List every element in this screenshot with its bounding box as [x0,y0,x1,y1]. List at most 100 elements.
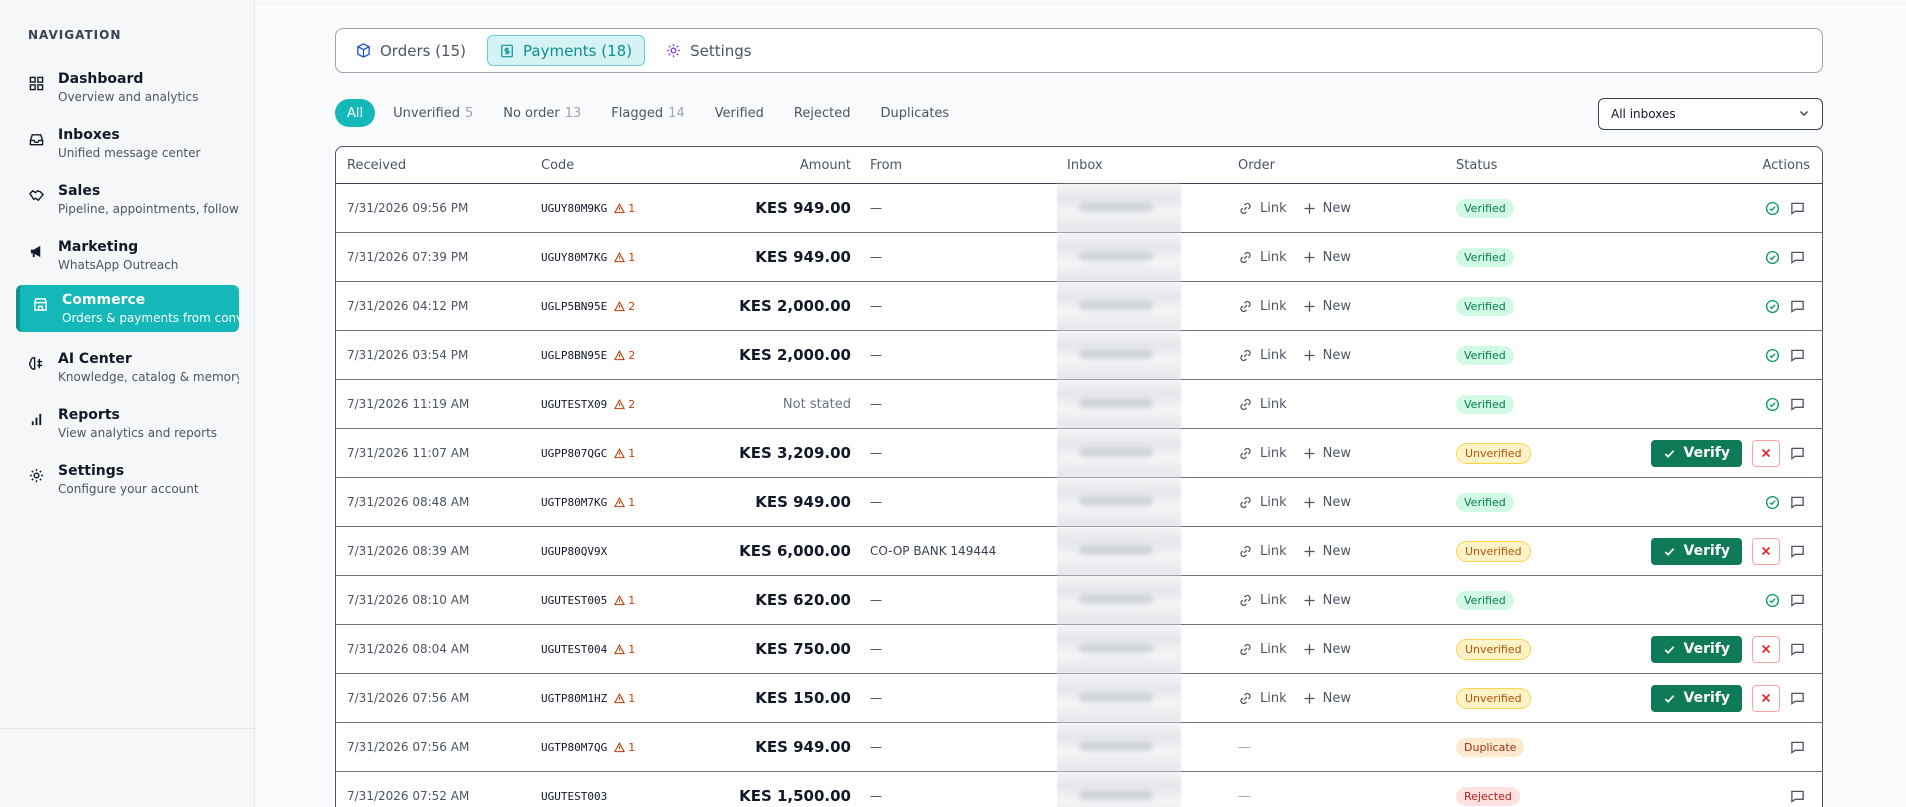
sidebar-item-subtitle: Pipeline, appointments, follow-ups [58,202,239,216]
actions-cell [1576,576,1819,624]
tab-payments[interactable]: Payments (18) [487,35,646,66]
sidebar-item-commerce[interactable]: Commerce Orders & payments from conversat… [16,285,239,332]
table-row[interactable]: 7/31/2026 11:07 AM UGPP807QGC 1 KES 3,209.0… [336,429,1822,478]
new-order-button[interactable]: New [1303,642,1351,657]
header-amount[interactable]: Amount [686,147,851,183]
filter-unverified[interactable]: Unverified 5 [381,99,485,127]
verify-button[interactable]: Verify [1650,537,1742,565]
message-icon[interactable] [1790,495,1805,510]
message-icon[interactable] [1790,740,1805,755]
message-icon[interactable] [1790,397,1805,412]
new-order-button[interactable]: New [1303,495,1351,510]
verified-check-icon[interactable] [1765,348,1780,363]
tab-label: Settings [690,41,752,60]
link-order-button[interactable]: Link [1238,691,1287,706]
reject-button[interactable] [1752,635,1780,663]
table-row[interactable]: 7/31/2026 07:56 AM UGTP80M7QG 1 KES 949.00 —… [336,723,1822,772]
verify-button[interactable]: Verify [1650,684,1742,712]
table-row[interactable]: 7/31/2026 08:39 AM UGUP80QV9X KES 6,000.00… [336,527,1822,576]
code-cell: UGUP80QV9X [541,527,671,575]
sidebar-item-ai-center[interactable]: AI Center Knowledge, catalog & memory [16,344,239,390]
table-row[interactable]: 7/31/2026 07:39 PM UGUY80M7KG 1 KES 949.00 —… [336,233,1822,282]
tab-settings[interactable]: Settings [653,35,765,66]
verify-button[interactable]: Verify [1650,635,1742,663]
verified-check-icon[interactable] [1765,250,1780,265]
new-order-button[interactable]: New [1303,593,1351,608]
link-order-button[interactable]: Link [1238,495,1287,510]
table-row[interactable]: 7/31/2026 11:19 AM UGUTESTX09 2 Not stated —… [336,380,1822,429]
verified-check-icon[interactable] [1765,495,1780,510]
message-icon[interactable] [1790,250,1805,265]
table-row[interactable]: 7/31/2026 08:04 AM UGUTEST004 1 KES 750.00 —… [336,625,1822,674]
new-order-button[interactable]: New [1303,299,1351,314]
link-order-button[interactable]: Link [1238,446,1287,461]
filter-no-order[interactable]: No order 13 [491,99,593,127]
header-received[interactable]: Received [347,147,527,183]
sidebar-item-marketing[interactable]: Marketing WhatsApp Outreach [16,232,239,278]
header-from[interactable]: From [870,147,1060,183]
filter-rejected[interactable]: Rejected [782,99,863,127]
verified-check-icon[interactable] [1765,397,1780,412]
sidebar-item-subtitle: Knowledge, catalog & memory [58,370,239,384]
table-row[interactable]: 7/31/2026 03:54 PM UGLP8BN95E 2 KES 2,000.0… [336,331,1822,380]
message-icon[interactable] [1790,299,1805,314]
filter-flagged[interactable]: Flagged 14 [599,99,696,127]
link-order-button[interactable]: Link [1238,201,1287,216]
message-icon[interactable] [1790,642,1805,657]
verified-check-icon[interactable] [1765,299,1780,314]
message-icon[interactable] [1790,691,1805,706]
sidebar-item-reports[interactable]: Reports View analytics and reports [16,400,239,446]
link-order-button[interactable]: Link [1238,397,1287,412]
filter-verified[interactable]: Verified [703,99,776,127]
filter-all[interactable]: All [335,99,376,127]
header-status[interactable]: Status [1456,147,1576,183]
link-order-button[interactable]: Link [1238,642,1287,657]
warning-icon [614,447,628,459]
sidebar-item-inboxes[interactable]: Inboxes Unified message center [16,120,239,166]
link-order-button[interactable]: Link [1238,593,1287,608]
sidebar-item-sales[interactable]: Sales Pipeline, appointments, follow-ups [16,176,239,222]
table-row[interactable]: 7/31/2026 08:10 AM UGUTEST005 1 KES 620.00 —… [336,576,1822,625]
sidebar-item-settings[interactable]: Settings Configure your account [16,456,239,502]
dashboard-icon [28,75,44,91]
inbox-select[interactable]: All inboxes [1598,98,1823,130]
message-icon[interactable] [1790,446,1805,461]
message-icon[interactable] [1790,593,1805,608]
header-actions: Actions [1762,157,1811,173]
link-order-button[interactable]: Link [1238,299,1287,314]
verified-check-icon[interactable] [1765,201,1780,216]
status-cell: Duplicate [1456,723,1576,771]
reject-button[interactable] [1752,684,1780,712]
message-icon[interactable] [1790,544,1805,559]
filter-duplicates[interactable]: Duplicates [868,99,961,127]
link-order-button[interactable]: Link [1238,250,1287,265]
payment-code: UGUTEST005 [541,593,608,607]
header-inbox[interactable]: Inbox [1067,147,1103,183]
new-order-button[interactable]: New [1303,446,1351,461]
link-order-button[interactable]: Link [1238,348,1287,363]
header-order[interactable]: Order [1238,147,1438,183]
link-icon [1238,201,1253,216]
verify-button[interactable]: Verify [1650,439,1742,467]
table-row[interactable]: 7/31/2026 09:56 PM UGUY80M9KG 1 KES 949.00 —… [336,184,1822,233]
sidebar-item-dashboard[interactable]: Dashboard Overview and analytics [16,64,239,110]
message-icon[interactable] [1790,348,1805,363]
message-icon[interactable] [1790,789,1805,804]
new-order-button[interactable]: New [1303,544,1351,559]
header-code[interactable]: Code [541,147,671,183]
message-icon[interactable] [1790,201,1805,216]
new-order-button[interactable]: New [1303,348,1351,363]
new-order-button[interactable]: New [1303,201,1351,216]
table-row[interactable]: 7/31/2026 04:12 PM UGLP5BN95E 2 KES 2,000.0… [336,282,1822,331]
sidebar-item-subtitle: Overview and analytics [58,90,199,104]
verified-check-icon[interactable] [1765,593,1780,608]
tab-orders[interactable]: Orders (15) [343,35,479,66]
table-row[interactable]: 7/31/2026 07:52 AM UGUTEST003 KES 1,500.00… [336,772,1822,807]
reject-button[interactable] [1752,439,1780,467]
table-row[interactable]: 7/31/2026 07:56 AM UGTP80M1HZ 1 KES 150.00 —… [336,674,1822,723]
link-order-button[interactable]: Link [1238,544,1287,559]
new-order-button[interactable]: New [1303,691,1351,706]
table-row[interactable]: 7/31/2026 08:48 AM UGTP80M7KG 1 KES 949.00 —… [336,478,1822,527]
new-order-button[interactable]: New [1303,250,1351,265]
reject-button[interactable] [1752,537,1780,565]
